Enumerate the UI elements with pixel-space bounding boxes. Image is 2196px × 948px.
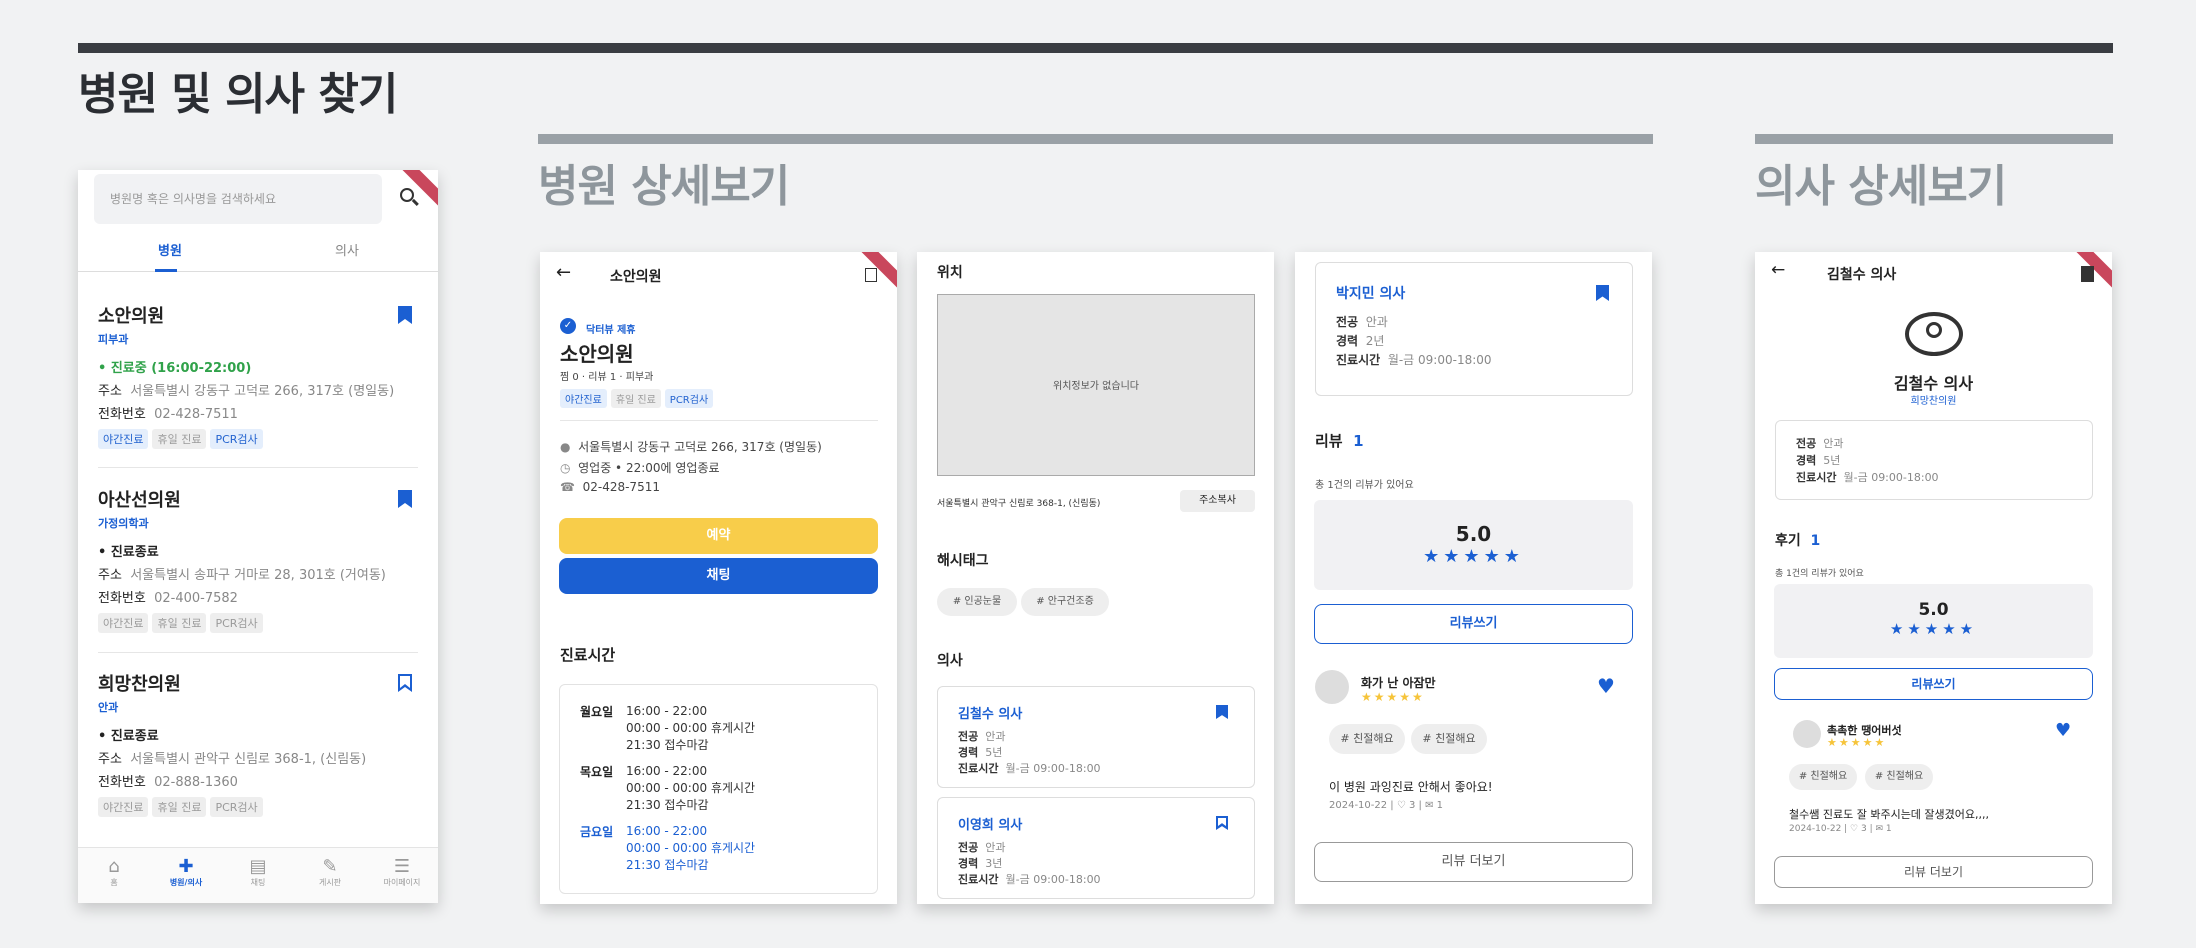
hours-title: 진료시간: [560, 646, 616, 664]
page-title: 병원 및 의사 찾기: [78, 69, 398, 120]
plus-square-icon: ✚: [178, 856, 194, 877]
tab-hospital[interactable]: 병원: [158, 240, 182, 259]
chat-button[interactable]: 채팅: [559, 558, 878, 594]
heart-icon[interactable]: ♥: [1597, 674, 1615, 698]
star-rating-icon: ★★★★★: [1423, 546, 1524, 567]
doctor-info-box: 전공 안과 경력 5년 진료시간 월-금 09:00-18:00: [1775, 420, 2093, 500]
nav-hospital[interactable]: ✚ 병원/의사: [150, 856, 222, 888]
nav-home[interactable]: ⌂ 홈: [78, 856, 150, 888]
bookmark-outline-icon[interactable]: [865, 268, 877, 282]
avatar: [1793, 720, 1821, 748]
bookmark-outline-icon[interactable]: [1216, 816, 1228, 830]
pin-icon: ●: [560, 440, 571, 454]
doctor-avatar-icon: [1905, 312, 1963, 356]
address-row: ● 서울특별시 강동구 고덕로 266, 317호 (명일동): [560, 440, 822, 454]
avatar: [1315, 670, 1349, 704]
hospital-detail-screen: ← 소안의원 ✓ 닥터뷰 제휴 소안의원 찜 0 · 리뷰 1 · 피부과 야간…: [540, 252, 897, 904]
header-title: 김철수 의사: [1827, 267, 1897, 283]
heart-icon[interactable]: ♥: [2055, 720, 2071, 741]
rating-summary: 5.0 ★★★★★: [1314, 500, 1633, 590]
hours-box: 월요일 16:00 - 22:00 00:00 - 00:00 휴게시간 21:30…: [559, 684, 878, 894]
nav-board[interactable]: ✎ 게시판: [294, 856, 366, 888]
review-title: 리뷰 1: [1315, 432, 1364, 450]
more-reviews-button[interactable]: 리뷰 더보기: [1774, 856, 2093, 888]
doctor-card[interactable]: 박지민 의사 전공 안과 경력 2년 진료시간 월-금 09:00-18:00: [1315, 262, 1633, 396]
doctor-card[interactable]: 김철수 의사 전공 안과 경력 5년 진료시간 월-금 09:00-18:00: [937, 686, 1255, 788]
doctor-section-title: 의사 상세보기: [1755, 161, 2007, 212]
hospital-detail-screen-2: 위치 위치정보가 없습니다 서울특별시 관악구 신림로 368-1, (신림동)…: [917, 252, 1274, 904]
home-icon: ⌂: [108, 856, 120, 877]
chat-icon: ▤: [249, 856, 267, 877]
clock-icon: ◷: [560, 461, 571, 475]
hospital-detail-screen-3: 박지민 의사 전공 안과 경력 2년 진료시간 월-금 09:00-18:00 …: [1295, 252, 1652, 904]
tab-doctor[interactable]: 의사: [335, 240, 359, 259]
verified-icon: ✓: [560, 318, 576, 334]
star-rating-icon: ★★★★★: [1827, 736, 1887, 749]
copy-address-button[interactable]: 주소복사: [1180, 490, 1255, 512]
header-title: 소안의원: [610, 269, 662, 285]
hospital-name: 소안의원: [560, 342, 634, 366]
search-input[interactable]: 병원명 혹은 의사명을 검색하세요: [94, 174, 382, 224]
nav-chat[interactable]: ▤ 채팅: [222, 856, 294, 888]
doctor-section-bar: [1755, 134, 2113, 144]
search-screen: 병원명 혹은 의사명을 검색하세요 병원 의사 소안의원 피부과 • 진료중 (…: [78, 170, 438, 903]
more-reviews-button[interactable]: 리뷰 더보기: [1314, 842, 1633, 882]
menu-icon: ☰: [393, 856, 411, 877]
star-rating-icon: ★★★★★: [1889, 620, 1978, 638]
review-tag: # 친절해요: [1411, 724, 1487, 754]
rating-summary: 5.0 ★★★★★: [1774, 584, 2093, 658]
bookmark-icon[interactable]: [1216, 705, 1228, 719]
hospital-list-item[interactable]: 희망찬의원 안과 • 진료종료 주소 서울특별시 관악구 신림로 368-1, …: [98, 670, 418, 817]
hospital-section-title: 병원 상세보기: [538, 161, 790, 212]
review-tag: # 친절해요: [1865, 764, 1933, 790]
write-review-button[interactable]: 리뷰쓰기: [1774, 668, 2093, 700]
review-tag: # 친절해요: [1789, 764, 1857, 790]
phone-row: ☎ 02-428-7511: [560, 480, 660, 494]
hospital-list-item[interactable]: 아산선의원 가정의학과 • 진료종료 주소 서울특별시 송파구 거마로 28, …: [98, 486, 418, 633]
doctor-detail-screen: ← 김철수 의사 김철수 의사 희망찬의원 전공 안과 경력 5년 진료시간 월…: [1755, 252, 2112, 904]
back-arrow-icon[interactable]: ←: [556, 262, 571, 283]
title-bar: [78, 43, 2113, 53]
bookmark-icon[interactable]: [2081, 266, 2094, 282]
star-rating-icon: ★★★★★: [1361, 690, 1425, 704]
map-placeholder: 위치정보가 없습니다: [937, 294, 1255, 476]
open-row: ◷ 영업중 • 22:00에 영업종료: [560, 461, 720, 475]
nav-mypage[interactable]: ☰ 마이페이지: [366, 856, 438, 888]
tag-list: 야간진료 휴일 진료 PCR검사: [560, 388, 717, 408]
edit-icon: ✎: [322, 856, 338, 877]
tab-indicator: [155, 269, 177, 272]
review-tag: # 친절해요: [1329, 724, 1405, 754]
doctor-card[interactable]: 이영희 의사 전공 안과 경력 3년 진료시간 월-금 09:00-18:00: [937, 797, 1255, 899]
doctor-name: 김철수 의사: [1893, 374, 1974, 393]
back-arrow-icon[interactable]: ←: [1771, 260, 1785, 280]
hospital-section-bar: [538, 134, 1653, 144]
hospital-list-item[interactable]: 소안의원 피부과 • 진료중 (16:00-22:00) 주소 서울특별시 강동…: [98, 302, 418, 449]
debug-ribbon: [392, 170, 438, 216]
phone-icon: ☎: [560, 480, 575, 494]
write-review-button[interactable]: 리뷰쓰기: [1314, 604, 1633, 644]
reserve-button[interactable]: 예약: [559, 518, 878, 554]
bookmark-icon[interactable]: [1596, 285, 1609, 301]
review-title: 후기 1: [1775, 533, 1821, 549]
bottom-nav: ⌂ 홈 ✚ 병원/의사 ▤ 채팅 ✎ 게시판 ☰ 마이페이지: [78, 847, 438, 903]
doctor-hospital[interactable]: 희망찬의원: [1755, 392, 2112, 407]
hashtag-chip[interactable]: # 인공눈물: [937, 588, 1017, 616]
hashtag-chip[interactable]: # 안구건조증: [1021, 588, 1109, 616]
